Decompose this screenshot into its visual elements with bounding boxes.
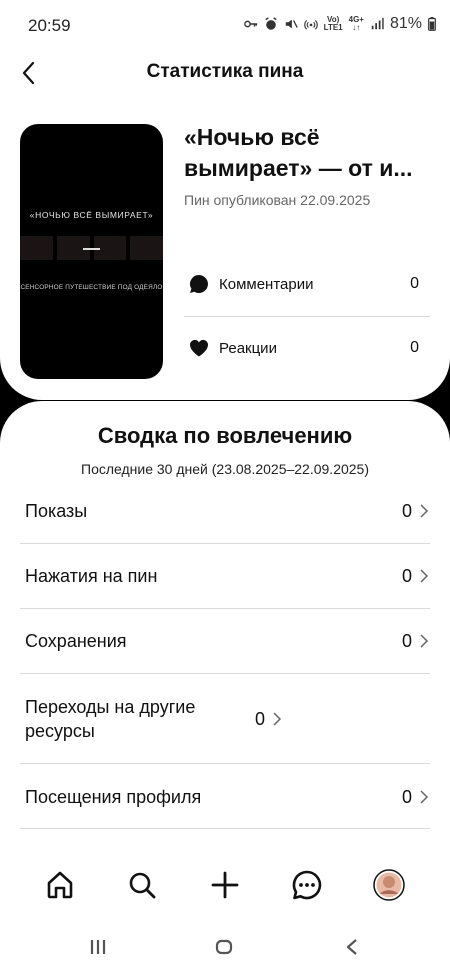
metric-saves[interactable]: Сохранения 0 [20,627,430,655]
home-icon[interactable] [44,869,76,901]
status-icons: Vo) LTE1 4G+ ↓↑ 81% [243,15,436,33]
pin-stats-card: 20:59 Vo) LTE1 4G+ ↓↑ 81% Статистика пина … [0,0,450,400]
plus-icon[interactable] [209,869,241,901]
period-label: Последние 30 дней (23.08.2025–22.09.2025… [81,461,369,477]
metric-label: Переходы на другие ресурсы [25,697,196,741]
stat-value: 0 [410,339,419,356]
battery-percent: 81% [389,15,422,32]
volte-icon: Vo) LTE1 [323,15,343,32]
network-type: 4G+ ↓↑ [348,15,364,32]
metric-label: Показы [25,501,88,521]
stat-comments: Комментарии 0 [184,264,430,304]
messages-icon[interactable] [291,869,323,901]
alarm-icon [265,17,277,30]
divider [20,763,430,764]
metric-value: 0 [255,708,266,729]
metric-impressions[interactable]: Показы 0 [20,497,430,525]
page-title: Статистика пина [146,61,304,82]
engagement-summary: Сводка по вовлечению Последние 30 дней (… [0,401,450,975]
battery-icon [428,17,436,31]
stat-label: Реакции [219,339,277,357]
heart-icon [189,339,209,357]
pin-thumbnail[interactable]: «НОЧЬЮ ВСЁ ВЫМИРАЕТ» СЕНСОРНОЕ ПУТЕШЕСТВ… [20,124,163,379]
metric-value: 0 [401,630,412,651]
home-button-icon[interactable] [212,935,236,959]
metric-value: 0 [401,500,412,521]
search-icon[interactable] [126,869,158,901]
thumbnail-dash [83,248,100,250]
metric-pin-clicks[interactable]: Нажатия на пин 0 [20,562,430,590]
profile-avatar[interactable] [373,869,405,901]
stat-divider [184,316,430,317]
metric-label: Посещения профиля [25,787,202,807]
stat-reactions: Реакции 0 [184,328,430,368]
divider [20,543,430,544]
status-time: 20:59 [28,16,71,35]
signal-icon [371,17,384,30]
stat-value: 0 [410,275,419,292]
divider [20,673,430,674]
metric-label: Нажатия на пин [25,566,158,586]
chevron-right-icon [420,569,429,583]
chevron-right-icon [420,504,429,518]
thumbnail-title: «НОЧЬЮ ВСЁ ВЫМИРАЕТ» [29,210,154,220]
metric-profile-visits[interactable]: Посещения профиля 0 [20,783,430,811]
pin-published-date: Пин опубликован 22.09.2025 [184,192,371,208]
system-nav-bar [0,923,450,975]
metric-value: 0 [401,565,412,586]
status-bar: 20:59 Vo) LTE1 4G+ ↓↑ 81% [0,0,450,52]
divider [20,828,430,829]
comment-icon [190,275,208,293]
metric-value: 0 [401,786,412,807]
key-icon [243,20,257,28]
recents-icon[interactable] [86,935,110,959]
mute-icon [285,19,298,29]
stat-label: Комментарии [219,275,314,293]
metric-outbound-clicks[interactable]: Переходы на другие ресурсы 0 [20,693,430,745]
metric-label: Сохранения [25,631,127,651]
chevron-right-icon [420,790,429,804]
back-icon[interactable] [340,935,364,959]
section-title: Сводка по вовлечению [97,423,353,448]
chevron-right-icon [273,712,282,726]
chevron-right-icon [420,634,429,648]
pin-title: «Ночью всё вымирает» — от и... [184,124,413,181]
thumbnail-subtitle: СЕНСОРНОЕ ПУТЕШЕСТВИЕ ПОД ОДЕЯЛО [20,284,163,291]
divider [20,608,430,609]
hotspot-icon [303,20,318,30]
